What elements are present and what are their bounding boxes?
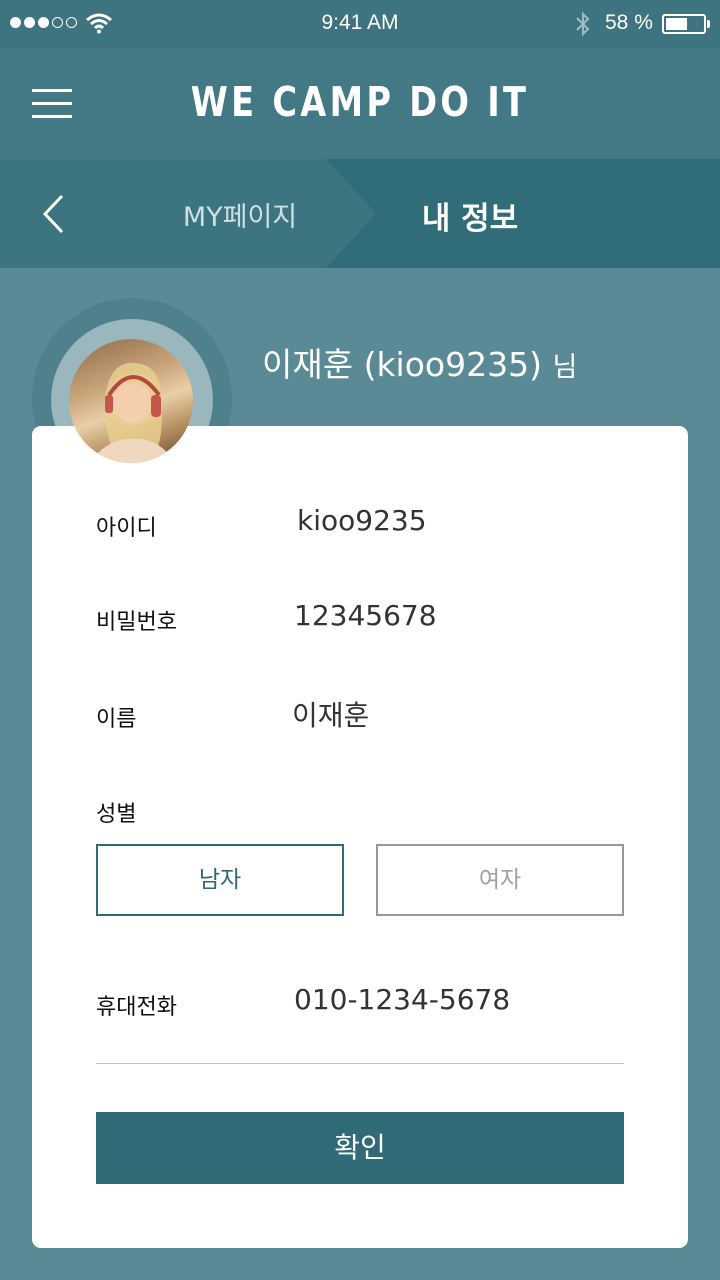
name-label: 이름 <box>96 707 137 732</box>
breadcrumb-parent[interactable]: MY페이지 <box>140 195 340 234</box>
id-label: 아이디 <box>96 516 157 541</box>
chevron-left-icon[interactable] <box>36 193 70 235</box>
id-value: kioo9235 <box>297 504 427 537</box>
honorific-suffix: 님 <box>552 352 578 383</box>
user-name-text: 이재훈 (kioo9235) <box>262 345 542 384</box>
password-label: 비밀번호 <box>96 610 177 635</box>
breadcrumb-current: 내 정보 <box>421 201 519 237</box>
app-title: WE CAMP DO IT <box>190 78 530 126</box>
profile-form-card: 아이디 kioo9235 비밀번호 12345678 이름 이재훈 성별 남자 … <box>32 426 688 1248</box>
status-bar: 9:41 AM 58 % <box>0 0 720 48</box>
phone-field[interactable]: 010-1234-5678 <box>294 983 510 1016</box>
gender-label: 성별 <box>96 802 137 827</box>
battery-icon <box>662 14 706 34</box>
battery-percent: 58 % <box>605 11 653 34</box>
divider <box>96 1063 624 1064</box>
avatar <box>69 339 193 463</box>
bluetooth-icon <box>576 11 590 37</box>
name-field[interactable]: 이재훈 <box>292 694 369 734</box>
phone-label: 휴대전화 <box>96 995 177 1020</box>
gender-male-button[interactable]: 남자 <box>96 844 344 916</box>
password-field[interactable]: 12345678 <box>294 599 437 632</box>
gender-female-button[interactable]: 여자 <box>376 844 624 916</box>
app-header: WE CAMP DO IT <box>0 48 720 159</box>
breadcrumb: MY페이지 내 정보 <box>0 159 720 268</box>
confirm-button[interactable]: 확인 <box>96 1112 624 1184</box>
user-name: 이재훈 (kioo9235) 님 <box>262 338 577 386</box>
